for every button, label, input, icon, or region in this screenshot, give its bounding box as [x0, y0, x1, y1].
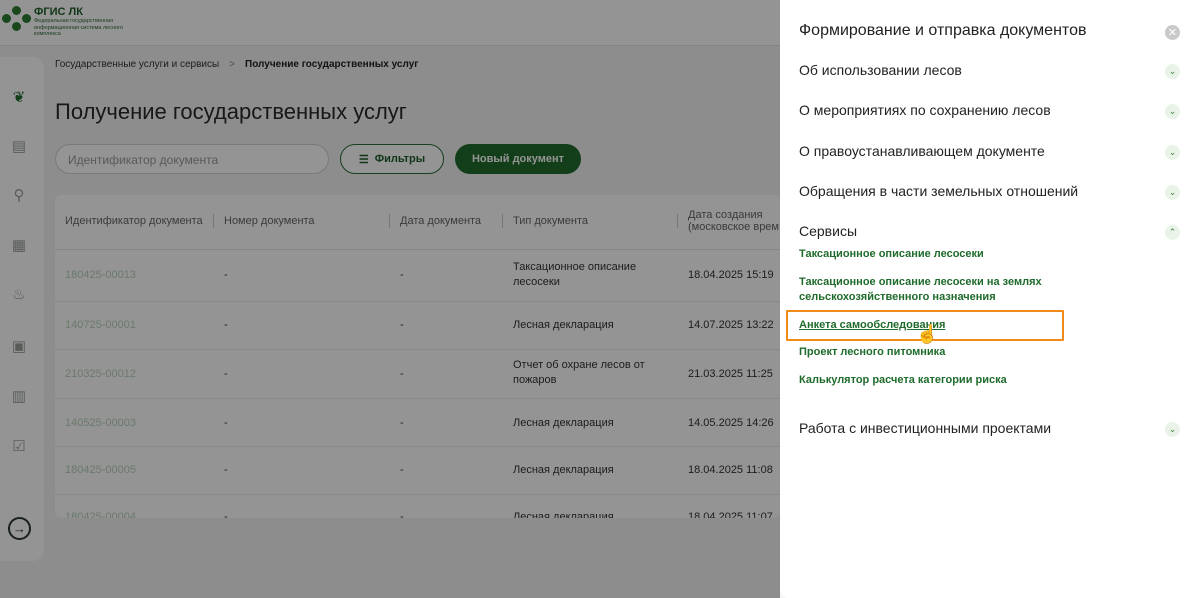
section-label: Работа с инвестиционными проектами: [799, 420, 1052, 436]
chevron-down-icon[interactable]: ⌄: [1165, 104, 1180, 119]
service-link[interactable]: Калькулятор расчета категории риска: [799, 373, 1099, 388]
chevron-up-icon[interactable]: ⌃: [1165, 225, 1180, 240]
chevron-down-icon[interactable]: ⌄: [1165, 422, 1180, 437]
section-forest-preservation[interactable]: О мероприятиях по сохранению лесов ⌄: [799, 102, 1184, 128]
section-investment-projects[interactable]: Работа с инвестиционными проектами ⌄: [799, 420, 1184, 446]
section-label: Сервисы: [799, 223, 858, 239]
chevron-down-icon[interactable]: ⌄: [1165, 145, 1180, 160]
section-land-relations[interactable]: Обращения в части земельных отношений ⌄: [799, 183, 1184, 209]
section-forest-use[interactable]: Об использовании лесов ⌄: [799, 62, 1184, 88]
modal-overlay[interactable]: [0, 0, 780, 598]
section-title-document[interactable]: О правоустанавливающем документе ⌄: [799, 143, 1184, 169]
section-services[interactable]: Сервисы ⌃: [799, 223, 1184, 249]
documents-drawer: Формирование и отправка документов ✕ Об …: [780, 0, 1200, 598]
section-label: Об использовании лесов: [799, 62, 962, 78]
service-link[interactable]: Таксационное описание лесосеки на землях…: [799, 275, 1069, 305]
drawer-title: Формирование и отправка документов: [799, 22, 1087, 39]
close-icon[interactable]: ✕: [1165, 25, 1180, 40]
section-label: О правоустанавливающем документе: [799, 143, 1045, 159]
service-link[interactable]: Таксационное описание лесосеки: [799, 247, 1099, 262]
chevron-down-icon[interactable]: ⌄: [1165, 64, 1180, 79]
section-label: О мероприятиях по сохранению лесов: [799, 102, 1051, 118]
service-link[interactable]: Проект лесного питомника: [799, 345, 1099, 360]
chevron-down-icon[interactable]: ⌄: [1165, 185, 1180, 200]
section-label: Обращения в части земельных отношений: [799, 183, 1079, 199]
hand-cursor-icon: ☝: [916, 324, 939, 344]
